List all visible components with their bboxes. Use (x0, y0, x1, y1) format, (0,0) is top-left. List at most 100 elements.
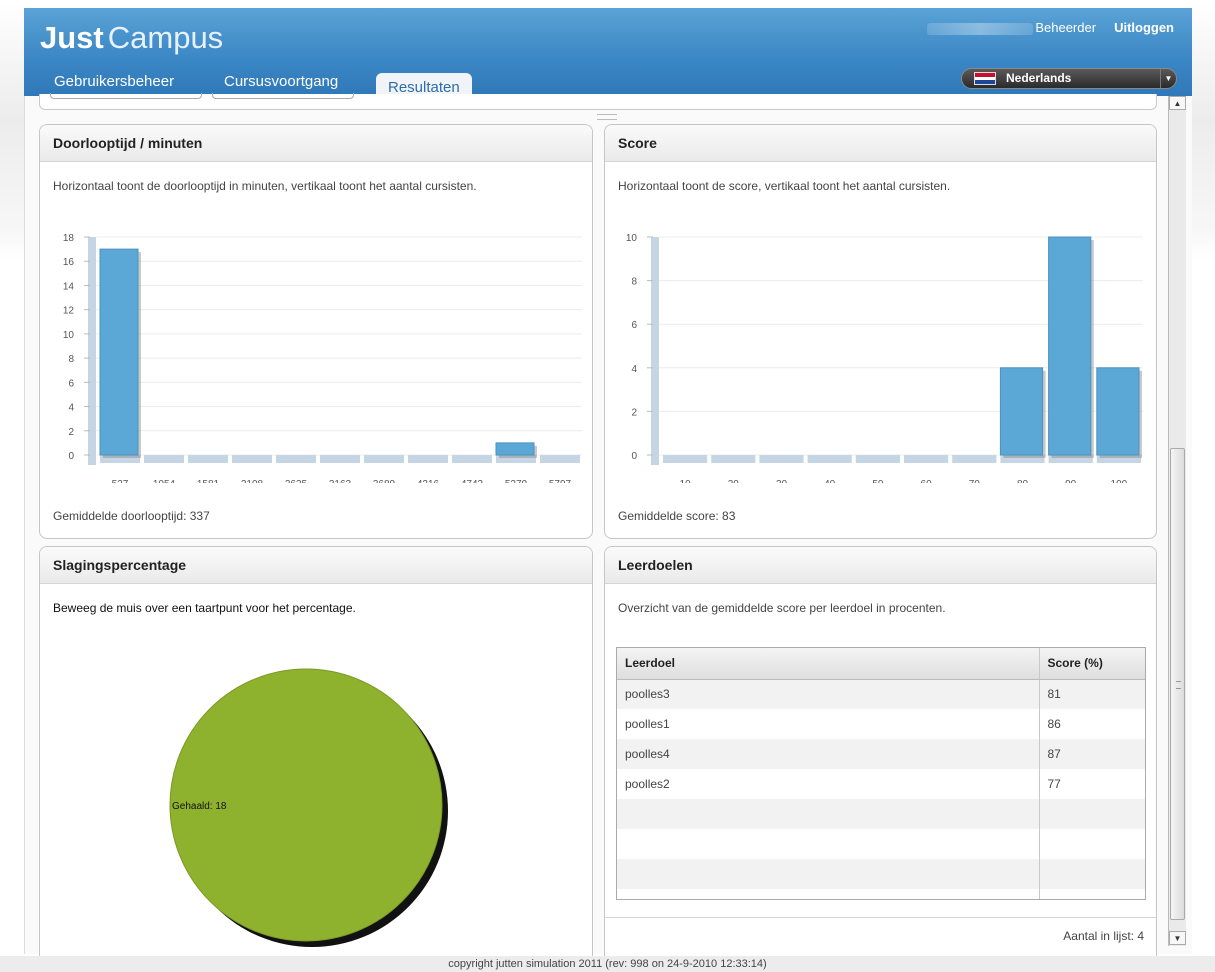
bar (495, 442, 535, 456)
y-tick-label: 2 (631, 407, 637, 418)
scroll-down-icon[interactable]: ▼ (1169, 931, 1186, 945)
x-axis-strip (807, 455, 852, 463)
y-tick-label: 4 (631, 364, 637, 375)
scroll-up-icon[interactable]: ▲ (1169, 96, 1186, 110)
x-tick-label: 50 (872, 479, 884, 483)
panel-splitter-handle[interactable] (597, 114, 617, 120)
panel-description: Horizontaal toont de doorlooptijd in min… (53, 179, 477, 193)
y-tick-label: 6 (631, 320, 637, 331)
empty-cell (1039, 889, 1145, 899)
x-tick-label: 20 (728, 479, 740, 483)
table-row[interactable]: poolles3 81 (617, 679, 1145, 709)
empty-cell (1039, 799, 1145, 829)
score-panel: Score Horizontaal toont de score, vertik… (604, 124, 1157, 539)
panel-description: Horizontaal toont de score, vertikaal to… (618, 179, 951, 193)
score-cell: 86 (1047, 717, 1061, 731)
x-axis-strip (320, 455, 360, 463)
empty-table-row (617, 889, 1145, 899)
app-logo[interactable]: Just Campus (40, 20, 223, 56)
chevron-down-icon[interactable]: ▼ (1160, 69, 1176, 88)
bar (1048, 236, 1092, 456)
x-tick-label: 2108 (241, 479, 264, 483)
x-tick-label: 80 (1017, 479, 1029, 483)
x-tick-label: 30 (776, 479, 788, 483)
vertical-scrollbar[interactable]: ▲ ▼ (1168, 96, 1186, 946)
x-axis-strip (540, 455, 580, 463)
x-tick-label: 1054 (153, 479, 176, 483)
empty-cell (617, 829, 1040, 859)
y-tick-label: 14 (63, 281, 75, 292)
scrollbar-thumb[interactable] (1170, 448, 1185, 920)
x-tick-label: 60 (921, 479, 933, 483)
table-row[interactable]: poolles4 87 (617, 739, 1145, 769)
y-tick-label: 8 (631, 277, 637, 288)
x-axis-strip (188, 455, 228, 463)
panel-footer: Gemiddelde doorlooptijd: 337 (53, 509, 210, 523)
leerdoel-cell: poolles2 (617, 769, 1040, 799)
x-axis-strip (364, 455, 404, 463)
x-axis-strip (855, 455, 900, 463)
y-tick-label: 8 (68, 354, 74, 365)
x-tick-label: 4743 (461, 479, 484, 483)
empty-cell (617, 799, 1040, 829)
filter-button-stub[interactable] (212, 93, 354, 99)
x-axis-strip (276, 455, 316, 463)
table-row[interactable]: poolles2 77 (617, 769, 1145, 799)
logout-link[interactable]: Uitloggen (1114, 20, 1174, 35)
y-tick-label: 10 (626, 233, 638, 244)
x-tick-label: 3162 (329, 479, 352, 483)
y-axis-strip (651, 237, 659, 465)
x-axis-strip (452, 455, 492, 463)
language-select[interactable]: Nederlands ▼ (961, 68, 1177, 89)
empty-table-row (617, 859, 1145, 889)
x-tick-label: 70 (969, 479, 981, 483)
filter-button-stub[interactable] (50, 93, 202, 99)
leerdoelen-panel: Leerdoelen Overzicht van de gemiddelde s… (604, 546, 1157, 966)
empty-cell (1039, 859, 1145, 889)
pie-slice-label: Gehaald: 18 (172, 801, 227, 812)
column-header-score[interactable]: Score (%) (1039, 648, 1145, 680)
empty-table-row (617, 799, 1145, 829)
x-tick-label: 5797 (549, 479, 572, 483)
score-cell: 81 (1039, 679, 1145, 709)
leerdoelen-table: Leerdoel Score (%) poolles3 81 poolles1 86 p… (617, 648, 1145, 899)
x-axis-strip (232, 455, 272, 463)
bar (99, 248, 139, 456)
table-row[interactable]: poolles1 86 (617, 709, 1145, 739)
bar (999, 367, 1044, 456)
x-tick-label: 90 (1065, 479, 1077, 483)
panel-description: Beweeg de muis over een taartpunt voor h… (53, 601, 356, 615)
x-tick-label: 40 (824, 479, 836, 483)
y-tick-label: 18 (63, 233, 75, 244)
y-tick-label: 2 (68, 427, 74, 438)
panel-divider (605, 917, 1156, 918)
doorlooptijd-panel: Doorlooptijd / minuten Horizontaal toont… (39, 124, 593, 539)
slaging-pie-chart: Gehaald: 18 (169, 668, 448, 947)
y-tick-label: 10 (63, 330, 75, 341)
y-tick-label: 0 (68, 451, 74, 462)
panel-footer: Aantal in lijst: 4 (1063, 929, 1144, 943)
x-tick-label: 1581 (197, 479, 220, 483)
panel-title: Slagingspercentage (40, 547, 592, 584)
column-header-leerdoel[interactable]: Leerdoel (617, 648, 1040, 680)
x-tick-label: 5270 (505, 479, 528, 483)
score-cell: 87 (1039, 739, 1145, 769)
x-axis-strip (759, 455, 804, 463)
y-tick-label: 16 (63, 257, 75, 268)
netherlands-flag-icon (974, 72, 996, 85)
filter-panel-edge (39, 93, 1157, 110)
x-axis-strip (663, 455, 708, 463)
x-tick-label: 10 (680, 479, 692, 483)
bar (1096, 367, 1140, 456)
x-tick-label: 100 (1111, 479, 1128, 483)
leerdoel-cell: poolles3 (617, 679, 1040, 709)
x-axis-strip (952, 455, 997, 463)
x-axis-strip (711, 455, 756, 463)
x-tick-label: 527 (112, 479, 129, 483)
x-tick-label: 3689 (373, 479, 396, 483)
empty-cell (617, 889, 1040, 899)
y-tick-label: 12 (63, 306, 75, 317)
x-axis-strip (144, 455, 184, 463)
y-tick-label: 4 (68, 403, 74, 414)
leerdoel-cell: poolles1 (617, 709, 1040, 739)
